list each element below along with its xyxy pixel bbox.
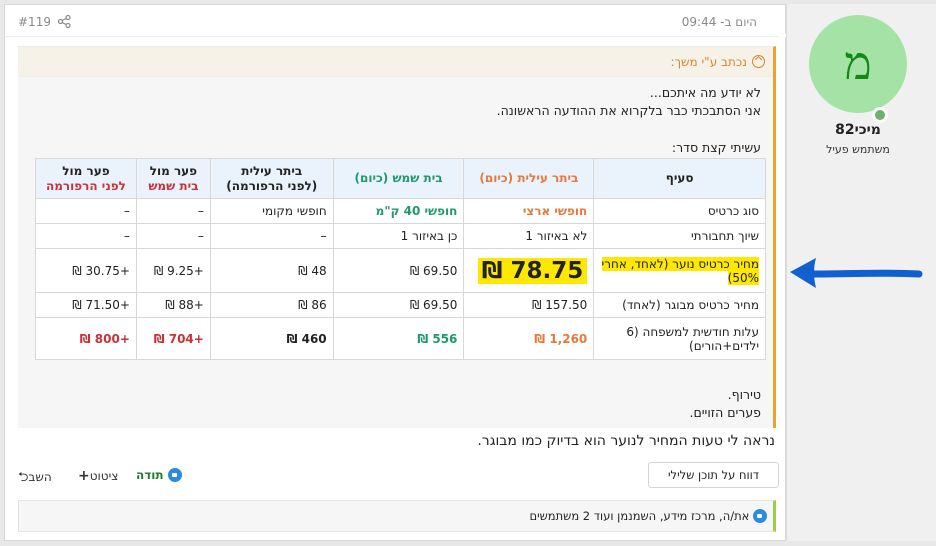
table-header-cell: פער מול בית שמש — [135, 158, 211, 199]
likes-text: את/ה, מרכז מידע, השמנמן ועוד 2 משתמשים — [529, 509, 750, 523]
table-cell: חופשי 40 ק"מ — [332, 198, 465, 224]
blue-arrow-annotation — [790, 258, 923, 288]
table-cell: מחיר כרטיס נוער (לאחד, אחרי 50%) — [593, 248, 766, 293]
table-cell: כן באיזור 1 — [332, 223, 465, 249]
table-cell: חופשי מקומי — [209, 198, 334, 224]
table-row: עלות חודשית למשפחה (6 ילדים+הורים) 1,260… — [35, 317, 766, 360]
table-header-cell: ביתר עילית (לפני הרפורמה) — [209, 158, 334, 199]
plus-icon: + — [78, 468, 90, 484]
like-icon — [167, 468, 182, 482]
quote-line: עשיתי קצת סדר: — [671, 140, 761, 155]
quote-button[interactable]: +ציטוט — [78, 468, 118, 484]
table-cell: 48 ₪ — [209, 248, 334, 293]
table-row: סוג כרטיס חופשי ארצי חופשי 40 ק"מ חופשי … — [35, 198, 766, 224]
table-cell: +88 ₪ — [135, 292, 211, 318]
table-cell: לא באיזור 1 — [463, 223, 595, 249]
quote-block: נכתב ע"י משך: לא יודע מה איתכם... אני הס… — [18, 46, 776, 428]
table-cell: +71.50 ₪ — [35, 292, 137, 318]
post-header: #119 היום ב- 09:44 — [5, 5, 787, 37]
table-cell: – — [209, 223, 334, 249]
header-text: בית שמש — [148, 178, 199, 193]
header-text: בית שמש (כיום) — [354, 171, 443, 185]
table-cell: מחיר כרטיס מבוגר (לאחד) — [593, 292, 766, 318]
highlighted-label: מחיר כרטיס נוער (לאחד, אחרי 50%) — [601, 256, 759, 285]
table-cell: עלות חודשית למשפחה (6 ילדים+הורים) — [593, 317, 766, 360]
header-text: ביתר עילית (כיום) — [479, 171, 579, 185]
post-number[interactable]: #119 — [18, 15, 51, 29]
table-cell: שיוך תחבורתי — [593, 223, 766, 249]
table-cell: 460 ₪ — [209, 317, 334, 360]
quote-line: אני הסתבכתי כבר בלקרוא את ההודעה הראשונה… — [496, 103, 761, 118]
reply-button[interactable]: ⮌השב — [18, 468, 52, 490]
header-text: פער מול — [62, 163, 110, 178]
avatar[interactable]: מ — [809, 15, 907, 123]
table-cell: 556 ₪ — [332, 317, 465, 360]
table-cell: +704 ₪ — [135, 317, 211, 360]
table-row: מחיר כרטיס מבוגר (לאחד) 157.50 ₪ 69.50 ₪… — [35, 292, 766, 318]
likes-summary[interactable]: את/ה, מרכז מידע, השמנמן ועוד 2 משתמשים — [529, 509, 767, 523]
like-button[interactable]: תודה — [136, 468, 182, 482]
quote-header[interactable]: נכתב ע"י משך: — [18, 47, 773, 77]
header-text: (לפני הרפורמה) — [226, 178, 318, 193]
table-cell: +800 ₪ — [35, 317, 137, 360]
table-cell: – — [135, 198, 211, 224]
user-title: משתמש פעיל — [826, 143, 890, 156]
reply-label: השב — [28, 470, 52, 484]
reply-icon: ⮌ — [18, 470, 29, 485]
post-date: היום ב- 09:44 — [681, 15, 757, 29]
username[interactable]: מיכי82 — [787, 122, 929, 138]
table-cell: חופשי ארצי — [463, 198, 595, 224]
table-header-cell: ביתר עילית (כיום) — [463, 158, 595, 199]
quote-label: ציטוט — [89, 469, 119, 483]
table-header-row: סעיף ביתר עילית (כיום) בית שמש (כיום) בי… — [35, 158, 766, 199]
table-row: שיוך תחבורתי לא באיזור 1 כן באיזור 1 – –… — [35, 223, 766, 249]
table-cell: 69.50 ₪ — [332, 248, 465, 293]
like-icon — [753, 509, 767, 523]
table-cell: סוג כרטיס — [593, 198, 766, 224]
quote-line: לא יודע מה איתכם... — [649, 85, 761, 100]
table-cell: 86 ₪ — [209, 292, 334, 318]
table-cell: +9.25 ₪ — [135, 248, 211, 293]
table-cell: – — [135, 223, 211, 249]
header-text: פער מול — [149, 163, 198, 178]
table-cell: 78.75 ₪ — [463, 248, 595, 293]
table-row: מחיר כרטיס נוער (לאחד, אחרי 50%) 78.75 ₪… — [35, 248, 766, 293]
table-cell: 157.50 ₪ — [463, 292, 595, 318]
like-label: תודה — [136, 468, 164, 482]
table-cell: – — [35, 198, 137, 224]
quote-line: טירוף. — [727, 387, 761, 402]
post-body: נראה לי טעות המחיר לנוער הוא בדיוק כמו מ… — [477, 433, 775, 449]
table-cell: 69.50 ₪ — [332, 292, 465, 318]
highlighted-price: 78.75 ₪ — [477, 257, 588, 284]
quote-attribution: נכתב ע"י משך: — [670, 55, 747, 69]
header-text: סעיף — [665, 171, 694, 185]
online-status-icon — [872, 107, 888, 123]
quote-line: פערים הזויים. — [689, 405, 761, 420]
comparison-table: סעיף ביתר עילית (כיום) בית שמש (כיום) בי… — [35, 158, 766, 360]
table-cell: 1,260 ₪ — [463, 317, 595, 360]
table-header-cell: סעיף — [593, 158, 766, 199]
table-cell: +30.75 ₪ — [35, 248, 137, 293]
share-icon[interactable] — [58, 15, 71, 28]
table-cell: – — [35, 223, 137, 249]
table-header-cell: בית שמש (כיום) — [332, 158, 465, 199]
quote-up-icon[interactable] — [752, 55, 765, 68]
post: #119 היום ב- 09:44 נכתב ע"י משך: לא יודע… — [4, 4, 787, 541]
likes-bar: את/ה, מרכז מידע, השמנמן ועוד 2 משתמשים — [18, 500, 776, 532]
table-header-cell: פער מול לפני הרפורמה — [35, 158, 137, 199]
avatar-initial: מ — [844, 36, 872, 90]
header-text: ביתר עילית — [241, 163, 303, 178]
header-text: לפני הרפורמה — [45, 178, 126, 193]
report-button[interactable]: דווח על תוכן שלילי — [648, 462, 779, 488]
